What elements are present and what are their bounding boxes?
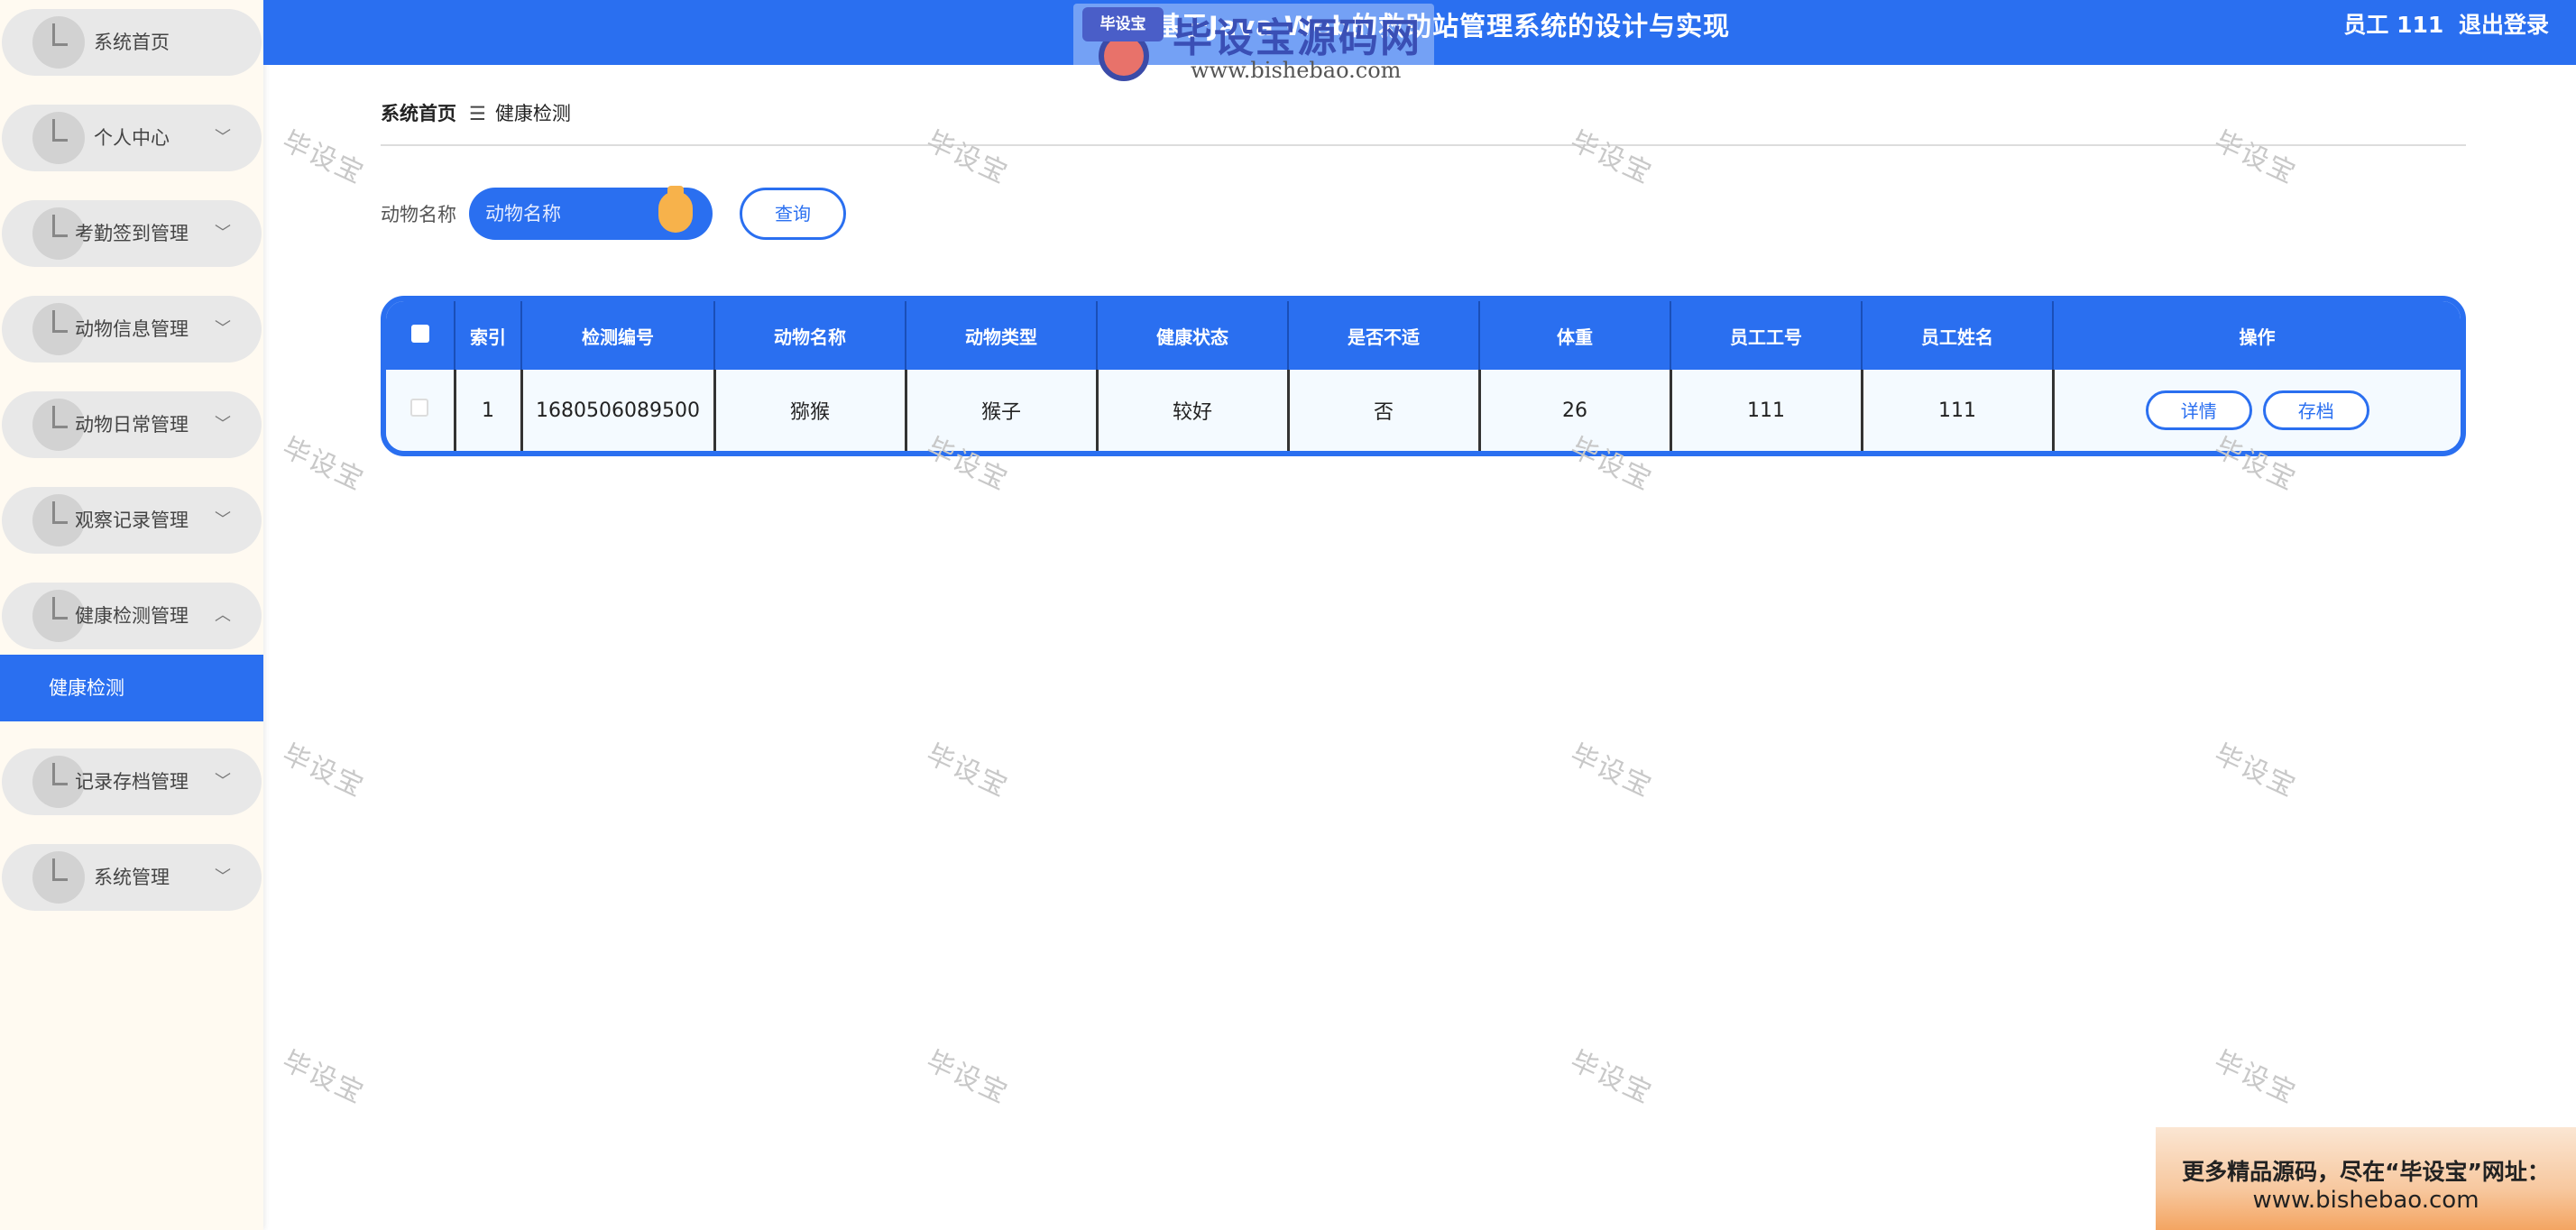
column-header: 动物名称 <box>714 301 906 370</box>
sidebar-item-record-archive[interactable]: 记录存档管理 ﹀ <box>2 748 262 815</box>
data-table: 索引 检测编号 动物名称 动物类型 健康状态 是否不适 体重 员工工号 员工姓名… <box>381 296 2466 456</box>
promo-banner: 更多精品源码，尽在“毕设宝”网址： www.bishebao.com <box>2156 1127 2576 1230</box>
promo-url: www.bishebao.com <box>2252 1187 2479 1214</box>
logo-text: 毕设宝源码网 <box>1173 15 1421 61</box>
logo-url: www.bishebao.com <box>1191 58 1402 83</box>
user-label: 员工 111 <box>2343 12 2444 38</box>
sidebar: 系统首页 个人中心 ﹀ 考勤签到管理 ﹀ 动物信息管理 ﹀ 动物日常管理 ﹀ 观… <box>0 0 263 1230</box>
user-area: 员工 111 退出登录 <box>2336 0 2549 50</box>
sidebar-item-observation[interactable]: 观察记录管理 ﹀ <box>2 487 262 554</box>
chevron-up-icon: ︿ <box>215 606 231 625</box>
watermark-text: 毕设宝 <box>921 125 1014 191</box>
chevron-down-icon: ﹀ <box>215 772 231 791</box>
watermark-text: 毕设宝 <box>277 125 370 191</box>
watermark-text: 毕设宝 <box>2209 125 2302 191</box>
cell-emp-name: 111 <box>1862 370 2055 451</box>
cell-animal-name: 猕猴 <box>714 370 907 451</box>
watermark-text: 毕设宝 <box>921 1045 1014 1111</box>
watermark-text: 毕设宝 <box>277 739 370 804</box>
column-header: 员工工号 <box>1670 301 1863 370</box>
sidebar-item-personal-center[interactable]: 个人中心 ﹀ <box>2 105 262 171</box>
chevron-down-icon: ﹀ <box>215 319 231 338</box>
watermark-text: 毕设宝 <box>1565 125 1658 191</box>
column-header: 员工姓名 <box>1862 301 2054 370</box>
select-all-checkbox[interactable] <box>386 301 455 370</box>
column-header: 索引 <box>455 301 522 370</box>
sidebar-item-animal-info[interactable]: 动物信息管理 ﹀ <box>2 296 262 363</box>
column-header: 是否不适 <box>1288 301 1480 370</box>
chevron-down-icon: ﹀ <box>215 415 231 434</box>
sidebar-item-animal-daily[interactable]: 动物日常管理 ﹀ <box>2 391 262 458</box>
column-header: 检测编号 <box>521 301 715 370</box>
watermark-text: 毕设宝 <box>277 1045 370 1111</box>
column-header: 操作 <box>2239 326 2276 348</box>
cell-weight: 26 <box>1479 370 1672 451</box>
promo-line: 更多精品源码，尽在“毕设宝”网址： <box>2182 1159 2550 1185</box>
breadcrumb: 系统首页 ☰ 健康检测 <box>381 99 571 126</box>
sidebar-item-system[interactable]: 系统管理 ﹀ <box>2 844 262 911</box>
watermark-text: 毕设宝 <box>277 432 370 498</box>
breadcrumb-divider <box>381 144 2466 146</box>
breadcrumb-home[interactable]: 系统首页 <box>381 103 456 124</box>
archive-button[interactable]: 存档 <box>2262 390 2369 430</box>
cell-actions: 详情 存档 <box>2053 370 2461 451</box>
cell-health: 较好 <box>1097 370 1290 451</box>
table-row: 1 1680506089500 猕猴 猴子 较好 否 26 111 111 详情… <box>386 370 2461 451</box>
cell-discomfort: 否 <box>1288 370 1481 451</box>
details-button[interactable]: 详情 <box>2145 390 2252 430</box>
cell-code: 1680506089500 <box>521 370 716 451</box>
column-header: 体重 <box>1479 301 1671 370</box>
table-header-row: 索引 检测编号 动物名称 动物类型 健康状态 是否不适 体重 员工工号 员工姓名… <box>386 301 2461 370</box>
watermark-text: 毕设宝 <box>2209 739 2302 804</box>
sidebar-item-home[interactable]: 系统首页 <box>2 9 262 76</box>
sidebar-item-label: 系统首页 <box>94 32 170 53</box>
logo-badge: 毕设宝 <box>1082 7 1164 41</box>
logout-link[interactable]: 退出登录 <box>2459 12 2549 38</box>
chevron-down-icon: ﹀ <box>215 510 231 529</box>
sidebar-item-health-check[interactable]: 健康检测管理 ︿ <box>2 583 262 649</box>
breadcrumb-current: 健康检测 <box>494 103 571 124</box>
chevron-down-icon: ﹀ <box>215 128 231 147</box>
breadcrumb-separator-icon: ☰ <box>469 103 486 124</box>
column-header: 动物类型 <box>906 301 1098 370</box>
row-checkbox[interactable] <box>386 370 456 451</box>
cell-animal-type: 猴子 <box>906 370 1099 451</box>
query-button[interactable]: 查询 <box>740 188 846 240</box>
sidebar-subitem-health-check[interactable]: 健康检测 <box>0 655 263 721</box>
column-header: 健康状态 <box>1097 301 1289 370</box>
watermark-text: 毕设宝 <box>921 739 1014 804</box>
cell-emp-no: 111 <box>1670 370 1863 451</box>
watermark-text: 毕设宝 <box>2209 1045 2302 1111</box>
watermark-text: 毕设宝 <box>1565 739 1658 804</box>
chevron-down-icon: ﹀ <box>215 224 231 243</box>
sidebar-item-attendance[interactable]: 考勤签到管理 ﹀ <box>2 200 262 267</box>
chevron-down-icon: ﹀ <box>215 867 231 886</box>
search-decoration-icon <box>658 186 693 233</box>
watermark-text: 毕设宝 <box>1565 1045 1658 1111</box>
cell-index: 1 <box>455 370 523 451</box>
search-label: 动物名称 <box>381 204 456 225</box>
site-logo-watermark: 毕设宝 毕设宝源码网 www.bishebao.com <box>1073 2 1434 83</box>
